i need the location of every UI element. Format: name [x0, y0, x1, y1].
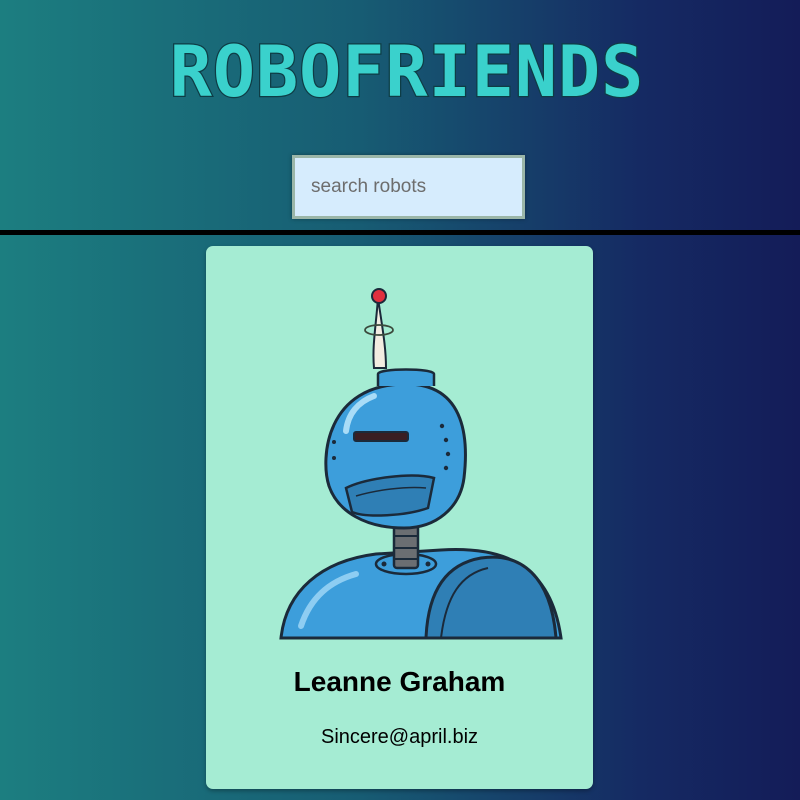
app-logo: ROBOFRIENDS — [0, 28, 800, 118]
app-title: ROBOFRIENDS — [170, 31, 645, 113]
app-header: ROBOFRIENDS — [0, 0, 800, 230]
robot-card[interactable]: Leanne Graham Sincere@april.biz — [206, 246, 593, 789]
robot-avatar-icon — [279, 288, 563, 640]
robot-name: Leanne Graham — [293, 666, 506, 697]
robot-email: Sincere@april.biz — [320, 726, 479, 748]
header-divider — [0, 230, 800, 235]
search-input[interactable] — [292, 155, 525, 219]
